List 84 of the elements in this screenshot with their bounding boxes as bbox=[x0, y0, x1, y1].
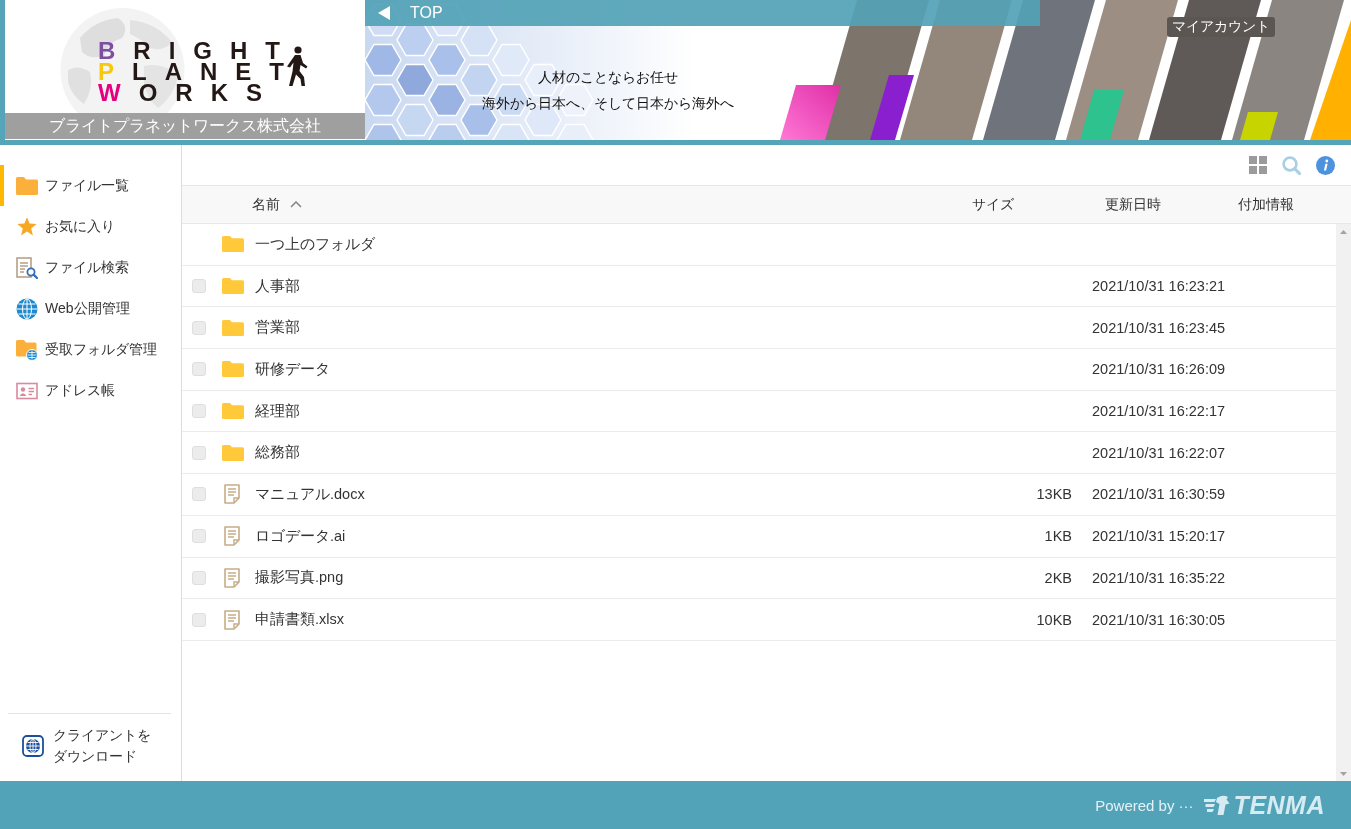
folder-icon bbox=[222, 444, 244, 461]
modified-date: 2021/10/31 16:26:09 bbox=[1092, 361, 1226, 378]
folder-icon bbox=[222, 278, 244, 295]
folder-icon bbox=[222, 319, 244, 336]
sidebar-item[interactable]: お気に入り bbox=[0, 206, 181, 247]
logo-text: ORKS bbox=[138, 82, 280, 103]
tagline-text: 海外から日本へ、そして日本から海外へ bbox=[482, 94, 734, 113]
document-icon bbox=[224, 609, 240, 630]
scrollbar[interactable] bbox=[1336, 224, 1351, 781]
logo-letter: B bbox=[98, 40, 134, 61]
sidebar-item[interactable]: Web公開管理 bbox=[0, 288, 181, 329]
logo-text: RIGHT bbox=[133, 40, 298, 61]
row-checkbox[interactable] bbox=[192, 487, 206, 502]
document-search-icon bbox=[16, 256, 38, 279]
back-arrow-icon bbox=[378, 6, 390, 20]
document-icon bbox=[224, 567, 240, 588]
file-size: 1KB bbox=[1044, 528, 1072, 545]
powered-by-text: Powered by ··· bbox=[1095, 796, 1194, 814]
download-client-link[interactable]: クライアントをダウンロード bbox=[22, 725, 156, 767]
brand-name: TENMA bbox=[1233, 790, 1325, 820]
globe-icon bbox=[16, 297, 38, 320]
sidebar-item[interactable]: 受取フォルダ管理 bbox=[0, 329, 181, 370]
file-name[interactable]: 撮影写真.png bbox=[255, 569, 344, 586]
folder-icon bbox=[222, 403, 244, 420]
document-icon bbox=[224, 484, 240, 505]
diagonal-stripe bbox=[780, 85, 841, 140]
logo-letter: W bbox=[98, 82, 139, 103]
star-icon bbox=[17, 217, 37, 236]
folder-icon bbox=[222, 236, 244, 253]
file-name[interactable]: マニュアル.docx bbox=[255, 485, 365, 502]
folder-icon bbox=[222, 361, 244, 378]
logo-letter: P bbox=[98, 61, 132, 82]
folder-name[interactable]: 総務部 bbox=[255, 444, 300, 461]
sidebar-item[interactable]: ファイル検索 bbox=[0, 247, 181, 288]
column-header[interactable]: 更新日時 bbox=[1105, 195, 1161, 214]
folder-name[interactable]: 経理部 bbox=[255, 402, 300, 419]
info-icon[interactable] bbox=[1316, 155, 1335, 175]
globe-icon bbox=[22, 735, 44, 757]
tagline-text: 人材のことならお任せ bbox=[538, 68, 678, 87]
file-size: 10KB bbox=[1036, 611, 1072, 628]
column-header[interactable]: 名前 bbox=[252, 195, 302, 214]
row-checkbox[interactable] bbox=[192, 320, 206, 335]
folder-name[interactable]: 人事部 bbox=[255, 277, 300, 294]
walking-person-icon bbox=[286, 46, 308, 86]
modified-date: 2021/10/31 16:23:21 bbox=[1092, 278, 1226, 295]
row-checkbox[interactable] bbox=[192, 279, 206, 294]
folder-globe-icon bbox=[16, 338, 38, 361]
caret-down-icon[interactable] bbox=[1340, 772, 1347, 776]
modified-date: 2021/10/31 16:30:05 bbox=[1092, 611, 1226, 628]
document-icon bbox=[224, 526, 240, 547]
account-link[interactable]: マイアカウント bbox=[1167, 17, 1275, 37]
parent-folder-link[interactable]: 一つ上のフォルダ bbox=[255, 235, 375, 252]
folder-name[interactable]: 研修データ bbox=[255, 360, 330, 377]
row-checkbox[interactable] bbox=[192, 445, 206, 460]
grid-view-icon[interactable] bbox=[1249, 156, 1267, 174]
row-checkbox[interactable] bbox=[192, 529, 206, 544]
row-checkbox[interactable] bbox=[192, 362, 206, 377]
logo-text: LANET bbox=[132, 61, 302, 82]
caret-up-icon[interactable] bbox=[1340, 230, 1347, 234]
folder-icon bbox=[16, 176, 38, 195]
row-checkbox[interactable] bbox=[192, 404, 206, 419]
sidebar-item[interactable]: アドレス帳 bbox=[0, 370, 181, 411]
column-header[interactable]: サイズ bbox=[972, 195, 1014, 214]
modified-date: 2021/10/31 16:30:59 bbox=[1092, 486, 1226, 503]
modified-date: 2021/10/31 15:20:17 bbox=[1092, 528, 1226, 545]
company-name: ブライトプラネットワークス株式会社 bbox=[49, 115, 321, 136]
row-checkbox[interactable] bbox=[192, 612, 206, 627]
modified-date: 2021/10/31 16:35:22 bbox=[1092, 569, 1226, 586]
column-header[interactable]: 付加情報 bbox=[1238, 195, 1294, 214]
modified-date: 2021/10/31 16:22:17 bbox=[1092, 403, 1226, 420]
brand-logo-icon bbox=[1203, 794, 1230, 816]
file-name[interactable]: ロゴデータ.ai bbox=[255, 527, 346, 544]
folder-name[interactable]: 営業部 bbox=[255, 319, 300, 336]
modified-date: 2021/10/31 16:23:45 bbox=[1092, 319, 1226, 336]
search-icon[interactable] bbox=[1282, 155, 1301, 175]
diagonal-stripe bbox=[1080, 90, 1124, 140]
diagonal-stripe bbox=[1240, 112, 1278, 140]
file-size: 13KB bbox=[1036, 486, 1072, 503]
modified-date: 2021/10/31 16:22:07 bbox=[1092, 444, 1226, 461]
row-checkbox[interactable] bbox=[192, 570, 206, 585]
file-size: 2KB bbox=[1044, 569, 1072, 586]
diagonal-stripe bbox=[870, 75, 914, 140]
file-name[interactable]: 申請書類.xlsx bbox=[255, 611, 344, 628]
contact-card-icon bbox=[16, 381, 38, 400]
